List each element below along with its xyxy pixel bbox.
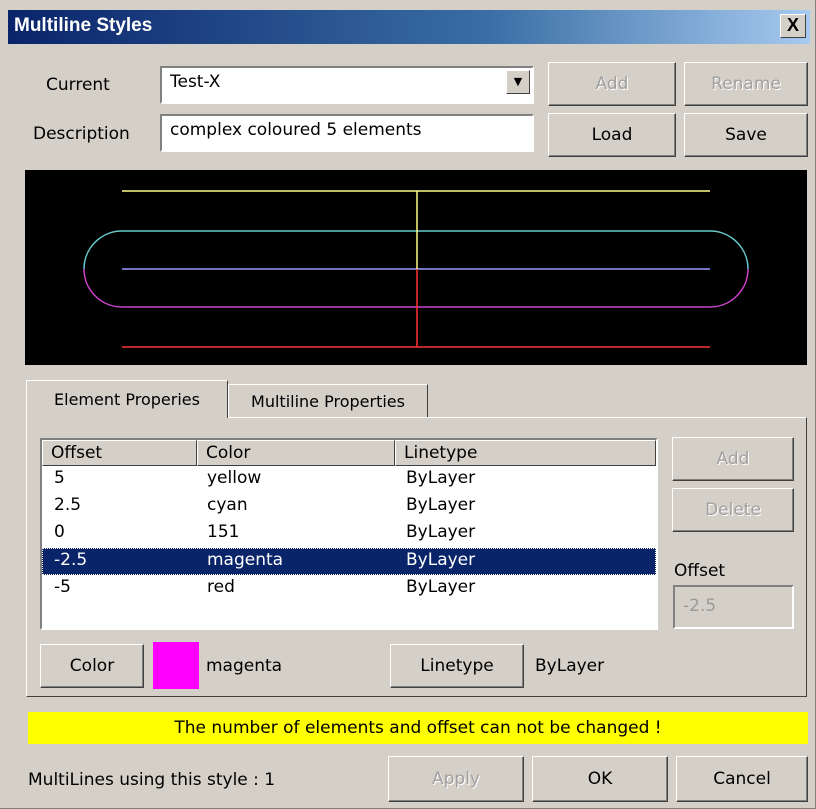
add-style-button[interactable]: Add (548, 62, 676, 106)
preview-arc-cyan-left (83, 230, 123, 270)
color-button[interactable]: Color (40, 644, 144, 688)
row-linetype: ByLayer (406, 550, 476, 570)
row-offset: -2.5 (54, 550, 88, 570)
close-button[interactable]: X (780, 14, 806, 38)
table-row[interactable]: -5 red ByLayer (42, 575, 656, 602)
row-color: magenta (207, 550, 284, 570)
warning-banner: The number of elements and offset can no… (28, 712, 808, 744)
row-color: yellow (207, 468, 262, 488)
save-button[interactable]: Save (684, 113, 808, 157)
offset-input[interactable]: -2.5 (673, 585, 794, 629)
row-color: red (207, 577, 235, 597)
load-button[interactable]: Load (548, 113, 676, 157)
window-title: Multiline Styles (14, 15, 153, 36)
current-style-value: Test-X (170, 72, 221, 92)
offset-label: Offset (674, 561, 726, 581)
row-linetype: ByLayer (406, 577, 476, 597)
row-linetype: ByLayer (406, 522, 476, 542)
tab-element-properties[interactable]: Element Properies (26, 380, 228, 418)
title-bar[interactable]: Multiline Styles X (8, 10, 810, 44)
color-name: magenta (206, 656, 283, 676)
table-row[interactable]: 5 yellow ByLayer (42, 466, 656, 493)
offset-value: -2.5 (683, 596, 717, 616)
multiline-styles-dialog: Multiline Styles X Current Test-X ▼ Add … (0, 0, 816, 809)
row-linetype: ByLayer (406, 468, 476, 488)
description-input[interactable]: complex coloured 5 elements (160, 114, 534, 152)
description-label: Description (33, 124, 130, 144)
row-offset: -5 (54, 577, 71, 597)
linetype-value: ByLayer (535, 656, 605, 676)
row-offset: 2.5 (54, 495, 82, 515)
preview-line-magenta (83, 268, 749, 308)
tab-multiline-properties[interactable]: Multiline Properties (228, 384, 428, 418)
table-row-selected[interactable]: -2.5 magenta ByLayer (42, 548, 656, 575)
linetype-button[interactable]: Linetype (390, 644, 524, 688)
column-header-offset[interactable]: Offset (42, 440, 197, 466)
current-label: Current (46, 75, 110, 95)
row-offset: 5 (54, 468, 65, 488)
multilines-count-status: MultiLines using this style : 1 (28, 770, 276, 790)
color-swatch[interactable] (153, 642, 199, 689)
chevron-down-icon[interactable]: ▼ (506, 70, 530, 94)
column-header-color[interactable]: Color (197, 440, 395, 466)
table-row[interactable]: 0 151 ByLayer (42, 520, 656, 547)
preview-canvas (83, 190, 749, 348)
row-linetype: ByLayer (406, 495, 476, 515)
current-style-combobox[interactable]: Test-X ▼ (160, 66, 534, 104)
elements-list[interactable]: Offset Color Linetype 5 yellow ByLayer 2… (40, 438, 658, 630)
delete-element-button[interactable]: Delete (672, 488, 794, 532)
row-color: 151 (207, 522, 240, 542)
description-value: complex coloured 5 elements (170, 120, 422, 140)
list-header: Offset Color Linetype (42, 440, 656, 466)
multiline-preview (25, 170, 807, 365)
ok-button[interactable]: OK (532, 756, 668, 802)
row-offset: 0 (54, 522, 65, 542)
apply-button[interactable]: Apply (388, 756, 524, 802)
add-element-button[interactable]: Add (672, 437, 794, 481)
rename-style-button[interactable]: Rename (684, 62, 808, 106)
preview-line-cyan (122, 230, 749, 270)
row-color: cyan (207, 495, 248, 515)
table-row[interactable]: 2.5 cyan ByLayer (42, 493, 656, 520)
cancel-button[interactable]: Cancel (676, 756, 808, 802)
column-header-linetype[interactable]: Linetype (395, 440, 656, 466)
